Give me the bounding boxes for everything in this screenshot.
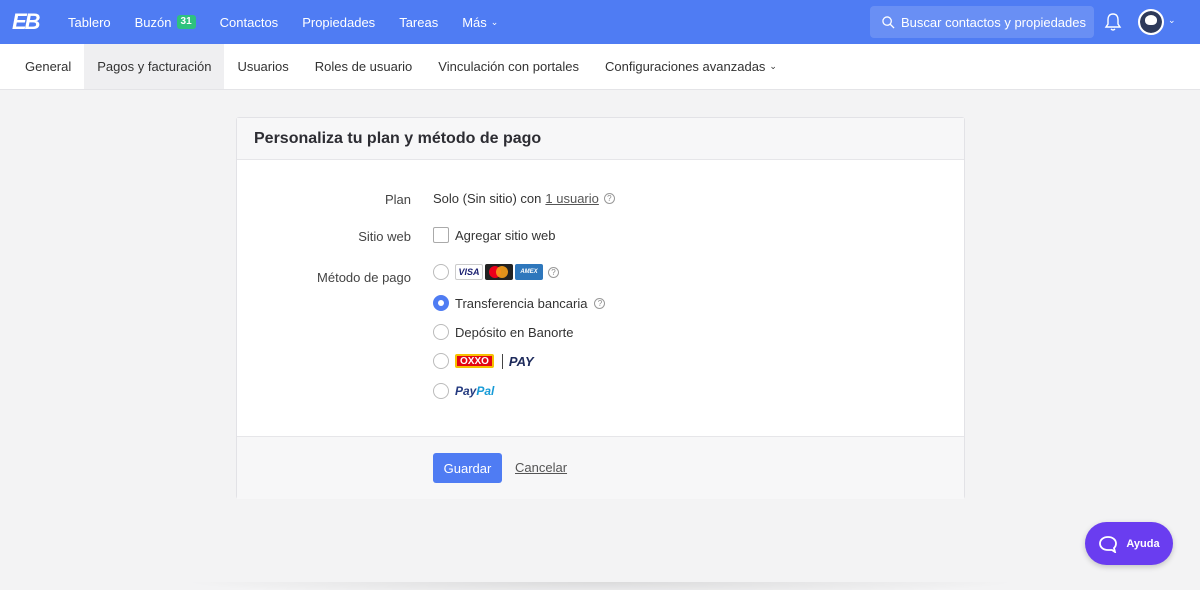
visa-icon: VISA (455, 264, 483, 280)
nav-label: Contactos (219, 14, 279, 30)
oxxo-pay-icon: PAY (501, 353, 534, 369)
add-website-checkbox[interactable] (433, 227, 449, 243)
help-button[interactable]: Ayuda (1085, 522, 1173, 565)
tab-vinculacion-portales[interactable]: Vinculación con portales (425, 44, 592, 89)
main-nav: Tablero Buzón 31 Contactos Propiedades Ta… (56, 0, 510, 44)
payment-option-transfer[interactable]: Transferencia bancaria ? (433, 295, 606, 311)
search-input[interactable]: Buscar contactos y propiedades (870, 6, 1094, 38)
nav-label: Más (462, 14, 487, 30)
radio-transfer[interactable] (433, 295, 449, 311)
bell-icon[interactable] (1104, 12, 1124, 32)
tab-pagos-facturacion[interactable]: Pagos y facturación (84, 44, 225, 89)
nav-buzon[interactable]: Buzón 31 (123, 0, 208, 44)
tab-general[interactable]: General (12, 44, 84, 89)
paypal-logo-part: Pal (476, 384, 495, 398)
help-icon[interactable]: ? (548, 266, 559, 278)
tab-usuarios[interactable]: Usuarios (224, 44, 301, 89)
payment-option-oxxo[interactable]: OXXO PAY (433, 353, 534, 369)
radio-banorte[interactable] (433, 324, 449, 340)
nav-label: Tareas (399, 14, 439, 30)
banorte-label: Depósito en Banorte (455, 324, 574, 340)
search-icon (882, 15, 895, 29)
tab-roles-usuario[interactable]: Roles de usuario (302, 44, 426, 89)
radio-cards[interactable] (433, 264, 449, 280)
avatar-image (1140, 11, 1162, 33)
nav-contactos[interactable]: Contactos (208, 0, 291, 44)
oxxo-icon: OXXO (455, 354, 494, 368)
card-footer: Guardar Cancelar (237, 436, 964, 499)
add-website-label[interactable]: Agregar sitio web (455, 228, 555, 243)
nav-mas[interactable]: Más ⌄ (450, 0, 510, 44)
chevron-down-icon: ⌄ (1168, 15, 1176, 25)
unread-badge: 31 (176, 15, 196, 29)
radio-paypal[interactable] (433, 383, 449, 399)
payment-method-label: Método de pago (317, 270, 411, 285)
paypal-logo-part: Pay (455, 384, 477, 398)
users-link[interactable]: 1 usuario (545, 191, 598, 206)
nav-label: Buzón (134, 14, 172, 30)
paypal-icon: PayPal (455, 384, 494, 398)
chevron-down-icon: ⌄ (769, 61, 777, 71)
plan-value: Solo (Sin sitio) con 1 usuario ? (433, 191, 615, 206)
website-label: Sitio web (358, 229, 411, 244)
tab-configuraciones-avanzadas[interactable]: Configuraciones avanzadas ⌄ (592, 44, 790, 89)
help-icon[interactable]: ? (603, 193, 615, 204)
nav-label: Tablero (68, 14, 111, 30)
chat-icon (1099, 535, 1118, 553)
payment-option-banorte[interactable]: Depósito en Banorte (433, 324, 574, 340)
help-label: Ayuda (1126, 537, 1160, 550)
radio-oxxo[interactable] (433, 353, 449, 369)
settings-tabs: General Pagos y facturación Usuarios Rol… (0, 44, 1200, 90)
payment-option-paypal[interactable]: PayPal (433, 383, 494, 399)
app-logo[interactable]: EB (12, 9, 44, 35)
avatar[interactable] (1138, 9, 1164, 35)
help-icon[interactable]: ? (594, 297, 606, 309)
save-button[interactable]: Guardar (433, 453, 502, 483)
nav-propiedades[interactable]: Propiedades (290, 0, 387, 44)
plan-label: Plan (384, 192, 411, 207)
page-bottom-shadow (180, 582, 1020, 590)
tab-label: Configuraciones avanzadas (604, 59, 766, 74)
top-navbar: EB Tablero Buzón 31 Contactos Propiedades… (0, 0, 1200, 44)
chevron-down-icon: ⌄ (490, 16, 499, 27)
plan-text: Solo (Sin sitio) con (433, 191, 542, 206)
nav-tablero[interactable]: Tablero (56, 0, 123, 44)
cancel-link[interactable]: Cancelar (515, 460, 567, 475)
website-value: Agregar sitio web (433, 227, 555, 243)
nav-tareas[interactable]: Tareas (387, 0, 450, 44)
card-title: Personaliza tu plan y método de pago (237, 118, 964, 160)
amex-icon: AMEX (515, 264, 543, 280)
mastercard-icon (485, 264, 513, 280)
search-placeholder: Buscar contactos y propiedades (901, 14, 1086, 30)
nav-label: Propiedades (302, 14, 376, 30)
payment-option-cards[interactable]: VISA AMEX ? (433, 264, 559, 280)
plan-payment-card: Personaliza tu plan y método de pago Pla… (236, 117, 965, 499)
transfer-label: Transferencia bancaria (455, 295, 588, 311)
